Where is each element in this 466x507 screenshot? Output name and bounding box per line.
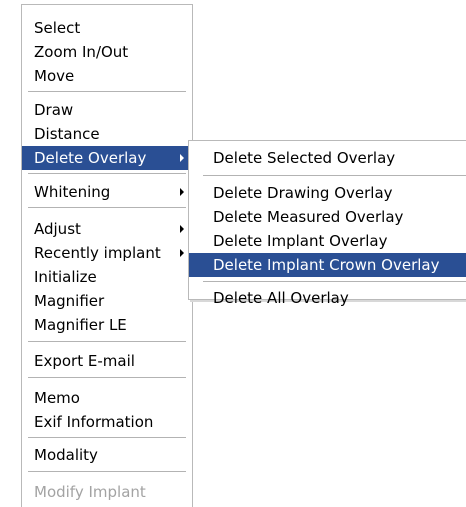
menu-item-export-email[interactable]: Export E-mail [22,349,192,373]
menu-item-label: Move [34,67,75,85]
menu-item-label: Recently implant [34,244,161,262]
menu-item-label: Draw [34,101,74,119]
menu-item-label: Export E-mail [34,352,135,370]
menu-item-whitening[interactable]: Whitening [22,180,192,204]
menu-item-label: Delete Overlay [34,149,147,167]
menu-item-recently-implant[interactable]: Recently implant [22,241,192,265]
menu-item-label: Whitening [34,183,111,201]
menu-separator [203,281,466,283]
delete-overlay-submenu: Delete Selected Overlay Delete Drawing O… [188,140,466,307]
menu-item-label: Modify Implant [34,483,146,501]
submenu-arrow-icon [180,225,184,233]
menu-separator [28,471,186,473]
menu-item-label: Zoom In/Out [34,43,129,61]
menu-separator [28,173,186,175]
menu-separator [203,175,466,177]
menu-item-delete-overlay[interactable]: Delete Overlay [22,146,192,170]
menu-separator [28,437,186,439]
submenu-arrow-icon [180,188,184,196]
menu-item-label: Select [34,19,81,37]
submenu-item-delete-drawing-overlay[interactable]: Delete Drawing Overlay [189,181,466,205]
menu-separator [28,341,186,343]
menu-item-adjust[interactable]: Adjust [22,217,192,241]
menu-item-label: Delete Selected Overlay [213,149,396,167]
menu-item-select[interactable]: Select [22,16,192,40]
menu-item-distance[interactable]: Distance [22,122,192,146]
submenu-item-delete-selected-overlay[interactable]: Delete Selected Overlay [189,146,466,170]
menu-item-zoom[interactable]: Zoom In/Out [22,40,192,64]
menu-separator [28,207,186,209]
menu-item-label: Distance [34,125,100,143]
menu-item-label: Delete Measured Overlay [213,208,404,226]
menu-item-memo[interactable]: Memo [22,386,192,410]
menu-item-label: Modality [34,446,98,464]
menu-item-draw[interactable]: Draw [22,98,192,122]
menu-item-modify-implant: Modify Implant [22,480,192,504]
menu-item-label: Magnifier LE [34,316,127,334]
menu-item-label: Delete Drawing Overlay [213,184,393,202]
menu-item-label: Initialize [34,268,97,286]
menu-item-label: Memo [34,389,80,407]
menu-item-label: Delete Implant Overlay [213,232,388,250]
submenu-item-delete-implant-overlay[interactable]: Delete Implant Overlay [189,229,466,253]
menu-item-magnifier[interactable]: Magnifier [22,289,192,313]
menu-item-magnifier-le[interactable]: Magnifier LE [22,313,192,337]
menu-separator [28,91,186,93]
submenu-arrow-icon [180,249,184,257]
context-menu: Select Zoom In/Out Move Draw Distance De… [21,4,193,507]
menu-item-label: Magnifier [34,292,105,310]
menu-item-label: Adjust [34,220,81,238]
submenu-item-delete-all-overlay[interactable]: Delete All Overlay [189,286,466,310]
menu-item-label: Delete Implant Crown Overlay [213,256,440,274]
menu-item-exif-information[interactable]: Exif Information [22,410,192,434]
menu-item-modality[interactable]: Modality [22,443,192,467]
menu-item-label: Delete All Overlay [213,289,349,307]
menu-separator [28,377,186,379]
submenu-item-delete-measured-overlay[interactable]: Delete Measured Overlay [189,205,466,229]
menu-item-initialize[interactable]: Initialize [22,265,192,289]
menu-item-move[interactable]: Move [22,64,192,88]
submenu-item-delete-implant-crown-overlay[interactable]: Delete Implant Crown Overlay [189,253,466,277]
submenu-arrow-icon [180,154,184,162]
menu-item-label: Exif Information [34,413,154,431]
